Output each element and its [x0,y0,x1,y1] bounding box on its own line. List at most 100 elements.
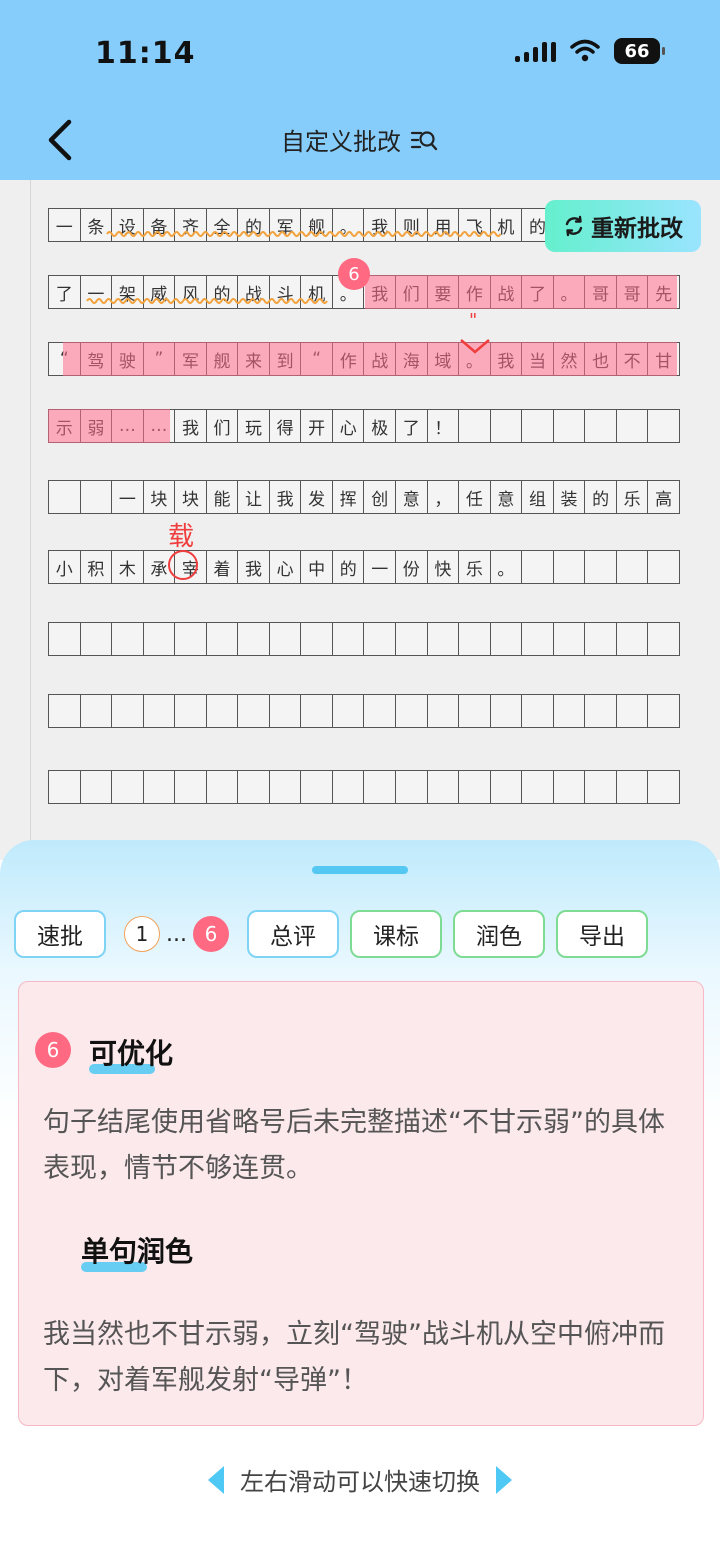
grid-cell: 们 [206,409,239,443]
grid-cell [490,409,523,443]
polished-sentence: 我当然也不甘示弱，立刻“驾驶”战斗机从空中俯冲而下，对着军舰发射“导弹”！ [43,1319,665,1396]
bottom-sheet: 速批 1 ... 6 总评 课标 润色 导出 6 可优化 句子结尾使用省略号后未… [0,840,720,1562]
grid-cell [332,694,365,728]
grid-cell [585,622,617,656]
wifi-icon [570,39,600,62]
grid-cell: ！ [427,409,460,443]
grid-cell [143,694,176,728]
grid-row [48,622,680,656]
grid-cell [616,550,649,584]
grid-cell [80,622,113,656]
essay-photo[interactable]: 一条设备齐全的军舰。我则用飞机的了一架威风的战斗机。我们要作战了。哥哥先“驾驶”… [0,180,720,860]
grid-cell: 中 [301,550,333,584]
highlight-sentence [365,275,677,309]
regrade-button[interactable]: 重新批改 [545,200,701,252]
grid-cell: 心 [332,409,365,443]
grid-cell: 的 [585,480,617,514]
tab-export[interactable]: 导出 [555,910,648,958]
battery-indicator: 66 [614,38,665,64]
grid-cell [459,770,491,804]
grid-cell: 乐 [459,550,491,584]
grid-cell: 一 [364,550,397,584]
arrow-left-icon[interactable] [206,1464,226,1496]
tab-standard-label: 课标 [372,924,419,950]
status-bar: 11:14 66 [0,0,720,100]
tab-export-label: 导出 [578,924,625,950]
grid-cell [553,622,586,656]
grid-cell [301,622,333,656]
tab-standard[interactable]: 课标 [349,910,442,958]
regrade-label: 重新批改 [591,216,683,242]
grid-cell [585,770,617,804]
grid-cell: 。 [490,550,523,584]
grid-cell [459,622,491,656]
grid-cell [269,622,302,656]
feedback-badge: 6 [35,1032,71,1068]
insert-mark: " [460,312,490,354]
grid-cell [648,409,680,443]
grid-cell: 一 [112,480,144,514]
title-group[interactable]: 自定义批改 [0,122,720,157]
annotation-badge[interactable]: 6 [338,258,370,290]
grid-cell [522,409,554,443]
grid-cell [206,694,239,728]
grid-cell [396,770,428,804]
status-icons: 66 [515,38,665,64]
grid-cell: 份 [396,550,428,584]
grid-cell [112,694,144,728]
feedback-card: 6 可优化 句子结尾使用省略号后未完整描述“不甘示弱”的具体表现，情节不够连贯。… [18,981,704,1426]
grid-cell [616,409,649,443]
grid-cell: 能 [206,480,239,514]
grid-cell: 块 [143,480,176,514]
grid-cell [48,622,81,656]
grid-cell: 得 [269,409,302,443]
svg-text:": " [469,312,477,331]
tab-quick[interactable]: 速批 [14,910,106,958]
tab-bar: 速批 1 ... 6 总评 课标 润色 导出 [14,910,648,958]
grid-cell [427,622,460,656]
grid-cell: 挥 [332,480,365,514]
grid-cell [396,622,428,656]
annotation-current-button[interactable]: 6 [192,916,229,952]
grid-row [48,694,680,728]
grid-cell [553,550,586,584]
grid-cell: 块 [175,480,207,514]
grid-cell [175,694,207,728]
tab-summary[interactable]: 总评 [246,910,339,958]
grid-cell [522,550,554,584]
grid-cell [175,770,207,804]
grid-row: 一块块能让我发挥创意，任意组装的乐高 [48,480,680,514]
paper-edge [30,180,31,860]
grid-cell: 极 [364,409,397,443]
grid-cell [80,480,113,514]
grid-cell: 的 [332,550,365,584]
annotation-first-button[interactable]: 1 [124,916,160,952]
grid-cell: 我 [175,409,207,443]
wavy-underline [106,231,502,237]
tab-summary-label: 总评 [269,924,316,950]
grid-cell: 了 [396,409,428,443]
grid-cell: 积 [80,550,113,584]
grid-cell: 我 [238,550,270,584]
grid-cell: 装 [553,480,586,514]
highlight-sentence [48,409,170,443]
grid-cell [143,770,176,804]
grid-cell [553,770,586,804]
grid-cell [80,770,113,804]
arrow-right-icon[interactable] [494,1464,514,1496]
swipe-hint-text: 左右滑动可以快速切换 [240,1468,480,1496]
grid-cell [585,409,617,443]
grid-cell [269,694,302,728]
sheet-drag-handle[interactable] [312,866,408,874]
grid-cell: 发 [301,480,333,514]
tab-quick-label: 速批 [37,924,83,950]
grid-row [48,770,680,804]
grid-cell [332,770,365,804]
grid-cell [522,622,554,656]
grid-cell [616,770,649,804]
grid-cell [332,622,365,656]
grid-cell [490,622,523,656]
grid-cell [427,770,460,804]
tab-polish[interactable]: 润色 [452,910,545,958]
grid-cell [48,480,81,514]
